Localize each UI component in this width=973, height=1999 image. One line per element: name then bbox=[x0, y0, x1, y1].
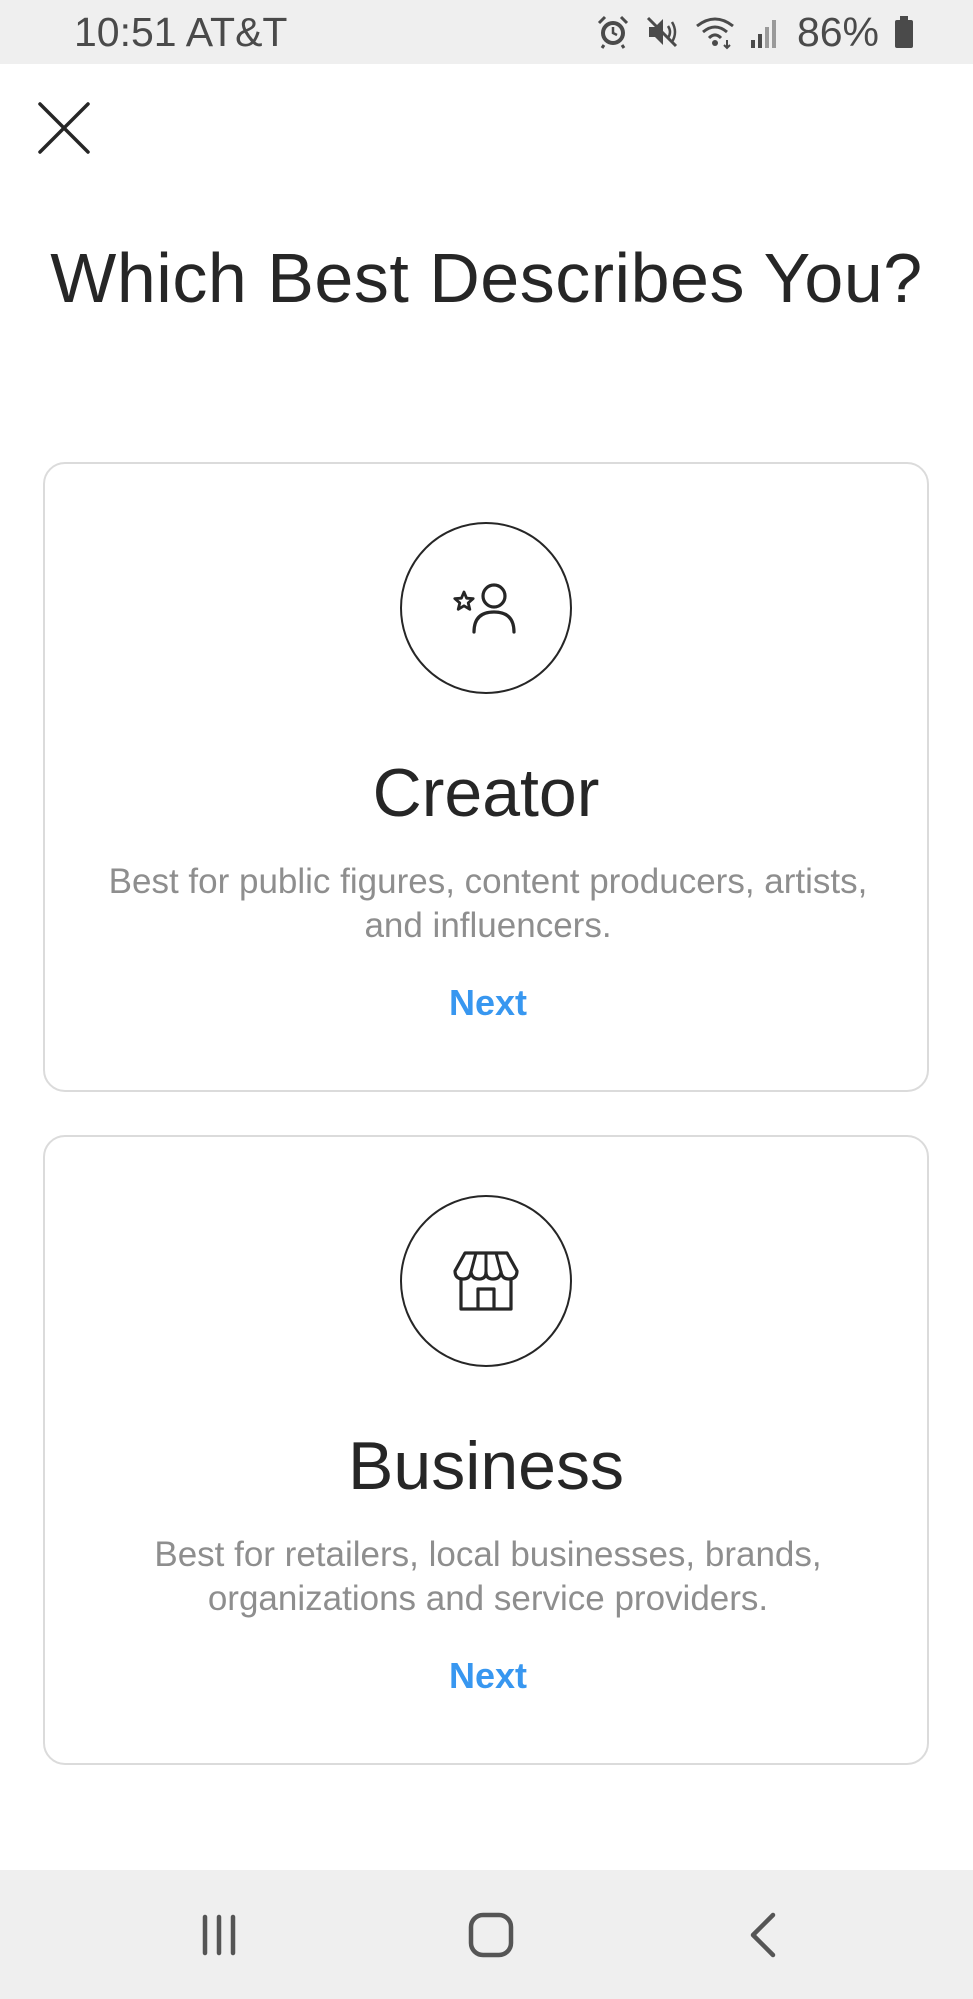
navigation-bar bbox=[0, 1870, 973, 1999]
storefront-icon bbox=[453, 1251, 519, 1311]
business-description: Best for retailers, local businesses, br… bbox=[154, 1535, 822, 1618]
recent-apps-button[interactable] bbox=[159, 1870, 279, 1999]
status-time-carrier: 10:51 AT&T bbox=[74, 8, 288, 55]
business-next-button[interactable]: Next bbox=[388, 1655, 588, 1697]
signal-icon bbox=[749, 14, 779, 50]
status-left: 10:51 AT&T bbox=[74, 9, 287, 56]
business-icon-circle bbox=[400, 1195, 572, 1367]
status-bar: 10:51 AT&T 86% bbox=[0, 0, 973, 64]
mute-icon bbox=[645, 14, 681, 50]
creator-star-person-icon bbox=[453, 583, 516, 634]
home-icon bbox=[468, 1912, 514, 1957]
business-title: Business bbox=[348, 1428, 624, 1504]
creator-description: Best for public figures, content produce… bbox=[108, 862, 868, 945]
home-button[interactable] bbox=[431, 1870, 551, 1999]
creator-card[interactable]: Creator Best for public figures, content… bbox=[43, 462, 929, 1092]
status-right: 86% bbox=[595, 9, 915, 56]
creator-title: Creator bbox=[372, 755, 600, 831]
business-card[interactable]: Business Best for retailers, local busin… bbox=[43, 1135, 929, 1765]
alarm-icon bbox=[595, 14, 631, 50]
close-icon bbox=[38, 102, 90, 154]
battery-percent: 86% bbox=[796, 8, 879, 55]
back-icon bbox=[750, 1912, 776, 1957]
close-button[interactable] bbox=[36, 100, 92, 156]
wifi-icon bbox=[695, 14, 735, 50]
battery-icon bbox=[893, 14, 915, 50]
creator-icon-circle bbox=[400, 522, 572, 694]
recent-apps-icon bbox=[202, 1914, 236, 1955]
screen: 10:51 AT&T 86% Which Best Describes You?… bbox=[0, 0, 973, 1999]
back-button[interactable] bbox=[703, 1870, 823, 1999]
creator-next-button[interactable]: Next bbox=[388, 982, 588, 1024]
page-title: Which Best Describes You? bbox=[50, 239, 923, 317]
